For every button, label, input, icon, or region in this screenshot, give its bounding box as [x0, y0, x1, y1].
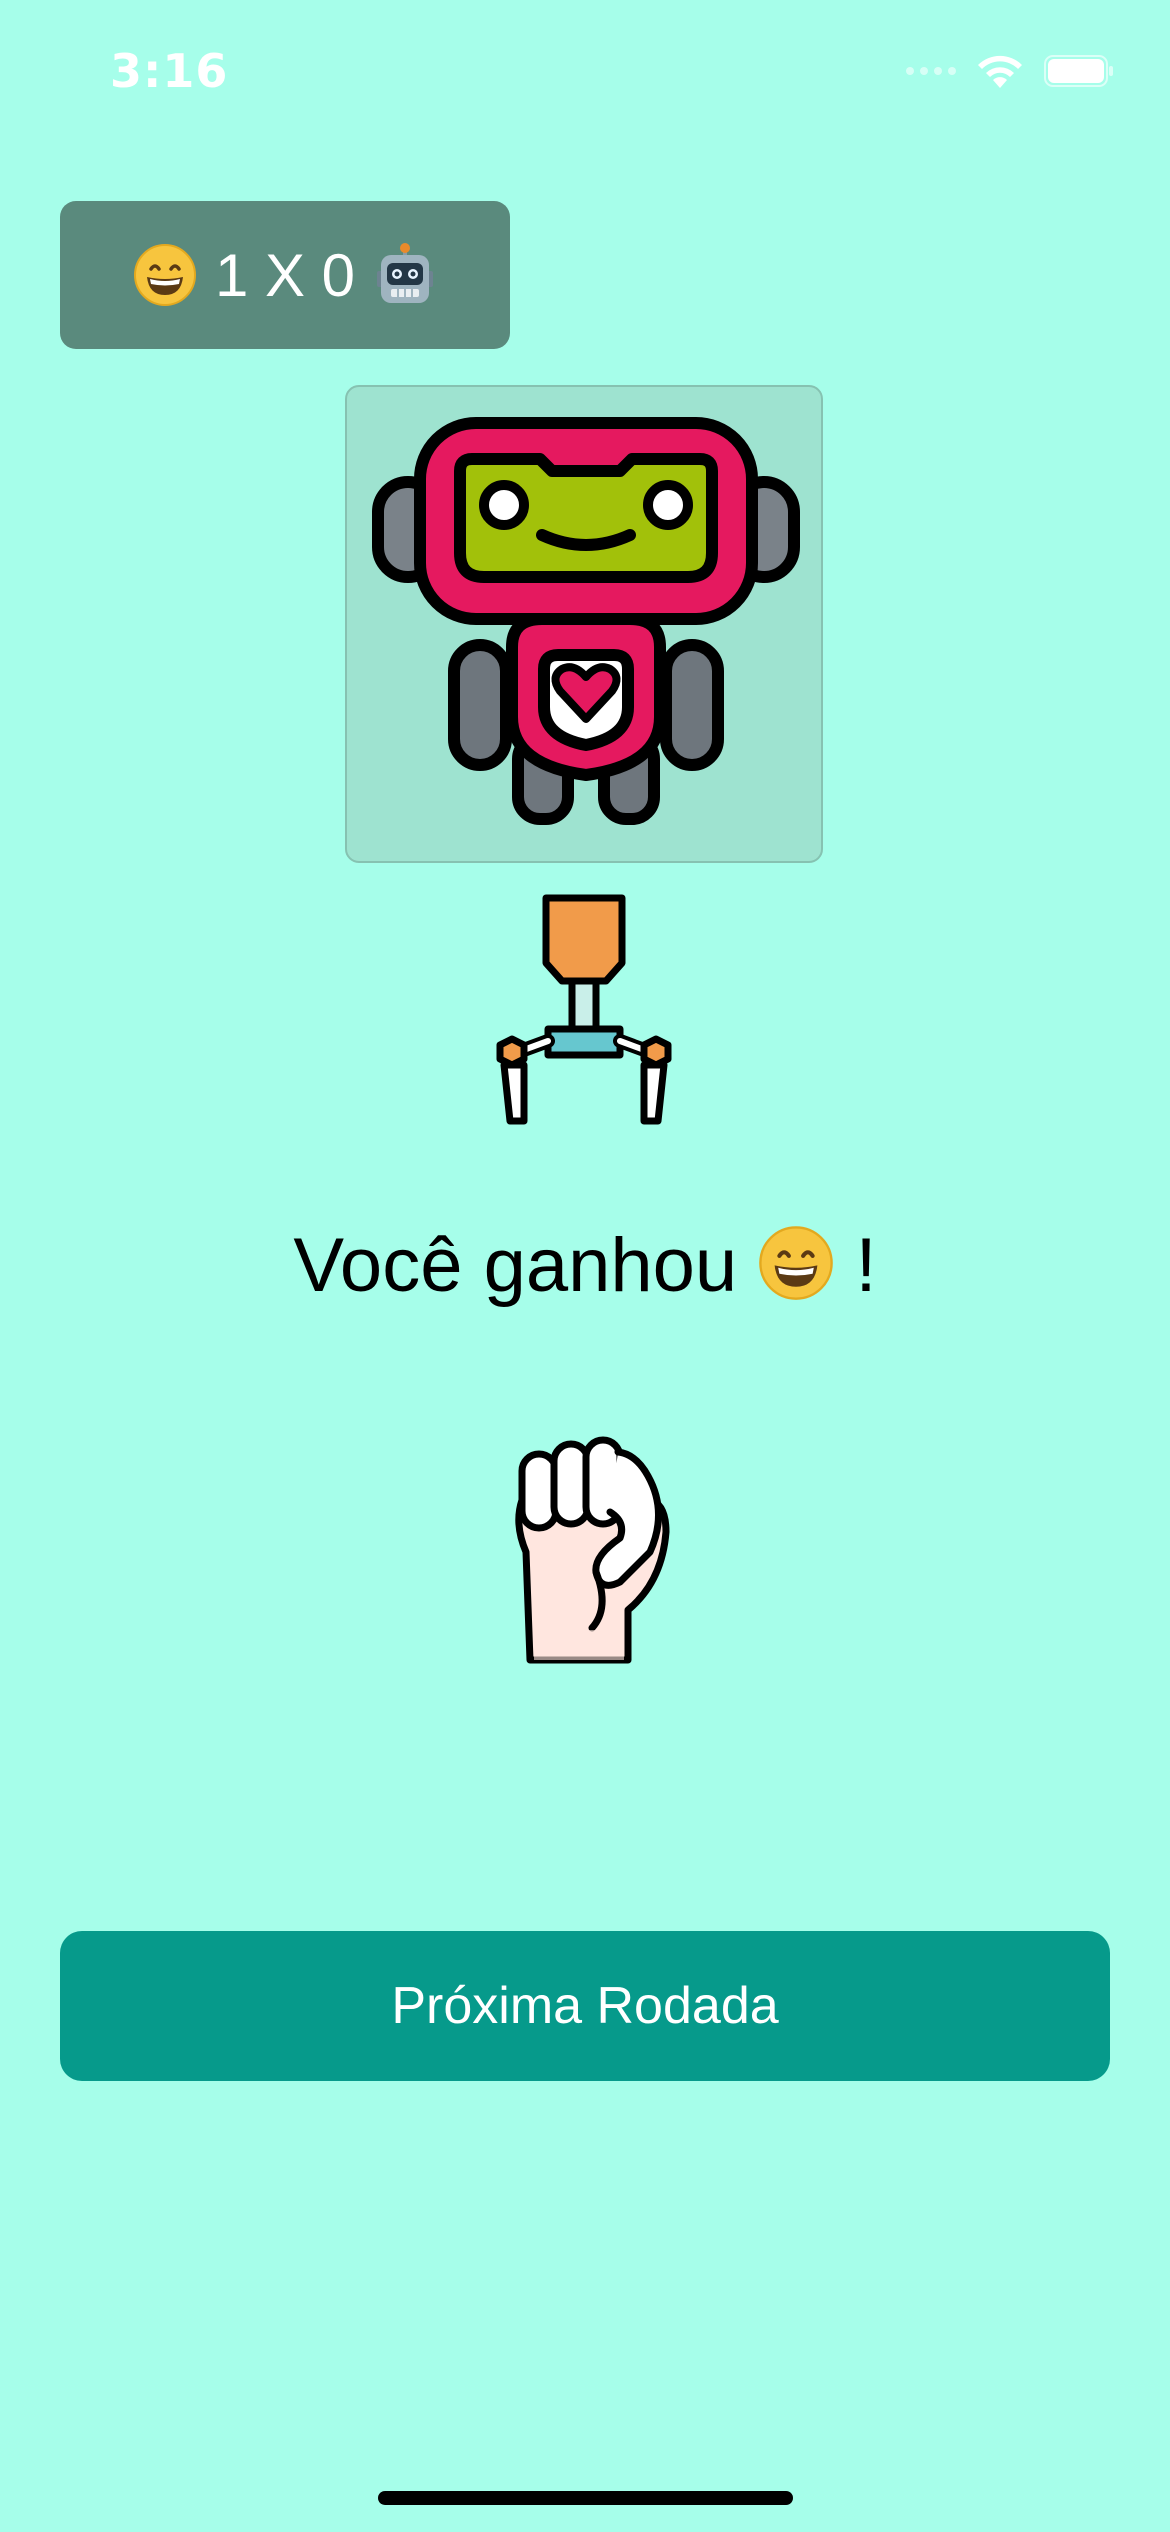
- result-suffix: !: [855, 1223, 877, 1308]
- grinning-face-icon: [759, 1226, 834, 1300]
- next-round-button[interactable]: Próxima Rodada: [60, 1931, 1110, 2081]
- score-text: 1 X 0: [214, 241, 356, 309]
- fist-rock-icon: [515, 1436, 670, 1664]
- grinning-face-icon: [133, 244, 196, 306]
- robot-icon: [372, 417, 800, 825]
- status-time: 3:16: [110, 44, 229, 98]
- result-message: Você ganhou !: [0, 1222, 1170, 1309]
- home-indicator[interactable]: [378, 2491, 793, 2505]
- robot-face-icon: [377, 243, 434, 303]
- result-text: Você ganhou: [293, 1223, 738, 1308]
- battery-icon: [1044, 55, 1113, 87]
- cellular-signal-icon: [906, 67, 956, 75]
- status-indicators: [906, 52, 1114, 90]
- opponent-card: [345, 385, 823, 863]
- scoreboard: 1 X 0: [60, 201, 510, 349]
- robotic-claw-icon: [496, 894, 672, 1125]
- wifi-icon: [978, 55, 1022, 88]
